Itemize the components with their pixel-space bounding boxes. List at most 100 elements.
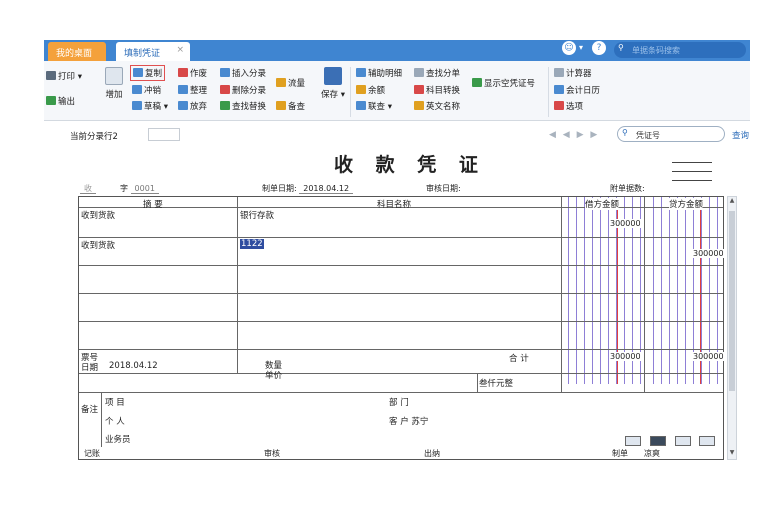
void-button[interactable]: 作废 bbox=[178, 67, 207, 79]
voucher-number[interactable]: 字 0001 bbox=[120, 183, 159, 194]
export-icon bbox=[46, 96, 56, 105]
find-entry-button[interactable]: 查找分单 bbox=[414, 67, 460, 79]
calculator-button[interactable]: 计算器 bbox=[554, 67, 592, 79]
tag-icon[interactable] bbox=[675, 436, 691, 446]
aux-detail-label: 辅助明细 bbox=[368, 69, 403, 79]
balance-button[interactable]: 余额 bbox=[356, 84, 385, 96]
subject-convert-button[interactable]: 科目转换 bbox=[414, 84, 460, 96]
calculator-label: 计算器 bbox=[566, 69, 592, 79]
col-summary-header: 摘 要 bbox=[143, 200, 163, 210]
salesman-label[interactable]: 业务员 bbox=[105, 433, 131, 445]
insert-entry-button[interactable]: 插入分录 bbox=[220, 67, 266, 79]
link-query-label: 联查 bbox=[368, 102, 386, 112]
total-credit: 300000 bbox=[692, 352, 725, 361]
flow-button[interactable]: 流量 bbox=[276, 77, 305, 89]
link-query-icon bbox=[356, 101, 366, 110]
row2-subject[interactable]: 1122 bbox=[240, 239, 264, 249]
english-name-button[interactable]: 英文名称 bbox=[414, 100, 460, 112]
row-line bbox=[79, 349, 723, 350]
print-button[interactable]: 打印 ▾ bbox=[46, 70, 82, 82]
add-button[interactable]: 增加 bbox=[102, 67, 126, 100]
tab-my-desktop[interactable]: 我的桌面 bbox=[48, 42, 106, 61]
scrollbar-thumb[interactable] bbox=[729, 211, 735, 391]
balance-label: 余额 bbox=[368, 86, 386, 96]
calculator-icon bbox=[554, 68, 564, 77]
calendar-button[interactable]: 会计日历 bbox=[554, 84, 600, 96]
voucher-number-value: 0001 bbox=[130, 184, 159, 194]
row1-summary[interactable]: 收到货款 bbox=[81, 209, 115, 221]
ribbon-divider bbox=[350, 67, 351, 117]
price-label: 单价 bbox=[265, 371, 283, 381]
attachment-icon[interactable] bbox=[699, 436, 715, 446]
scroll-up-icon[interactable]: ▲ bbox=[728, 197, 736, 207]
current-row-input[interactable] bbox=[148, 128, 180, 141]
reverse-button[interactable]: 冲销 bbox=[132, 84, 161, 96]
maker-label: 制单 bbox=[612, 449, 628, 458]
export-button[interactable]: 输出 bbox=[46, 95, 75, 107]
make-date[interactable]: 制单日期: 2018.04.12 bbox=[262, 183, 354, 194]
dropdown-arrow-icon[interactable]: ▾ bbox=[579, 43, 583, 52]
aux-detail-icon bbox=[356, 68, 366, 77]
tidy-button[interactable]: 整理 bbox=[178, 84, 207, 96]
show-empty-no-icon bbox=[472, 78, 482, 87]
insert-icon bbox=[220, 68, 230, 77]
search-icon: ⚲ bbox=[618, 43, 624, 52]
camera-icon[interactable] bbox=[650, 436, 666, 446]
find-replace-icon bbox=[220, 101, 230, 110]
save-button[interactable]: 保存 ▾ bbox=[320, 67, 346, 100]
voucher-number-label: 字 bbox=[120, 184, 128, 193]
scroll-down-icon[interactable]: ▼ bbox=[728, 449, 736, 459]
english-name-label: 英文名称 bbox=[426, 102, 461, 112]
card-icon[interactable] bbox=[625, 436, 641, 446]
show-empty-no-button[interactable]: 显示空凭证号 bbox=[472, 77, 535, 89]
bookkeep-label: 记账 bbox=[84, 449, 100, 458]
cashier-label: 出纳 bbox=[424, 449, 440, 458]
row-line bbox=[79, 392, 723, 393]
dept-label[interactable]: 部 门 bbox=[389, 396, 409, 408]
tidy-icon bbox=[178, 85, 188, 94]
voucher-app: 我的桌面 填制凭证 × ☺ ▾ ? ⚲ 单据条码搜索 打印 ▾ 输出 增加 复制… bbox=[44, 40, 750, 460]
smile-icon[interactable]: ☺ bbox=[562, 41, 576, 55]
find-replace-button[interactable]: 查找替换 bbox=[220, 100, 266, 112]
save-disk-icon bbox=[324, 67, 342, 85]
col-line bbox=[644, 197, 645, 392]
aux-detail-button[interactable]: 辅助明细 bbox=[356, 67, 402, 79]
title-underlines bbox=[672, 162, 712, 189]
voucher-search-input[interactable]: ⚲ 凭证号 bbox=[617, 126, 725, 142]
add-label: 增加 bbox=[105, 90, 123, 100]
void-label: 作废 bbox=[190, 69, 208, 79]
help-icon[interactable]: ? bbox=[592, 41, 606, 55]
memo-button[interactable]: 备查 bbox=[276, 100, 305, 112]
project-label[interactable]: 项 目 bbox=[105, 396, 125, 408]
copy-button[interactable]: 复制 bbox=[130, 65, 166, 81]
row2-summary[interactable]: 收到货款 bbox=[81, 239, 115, 251]
record-nav-buttons[interactable]: ◀ ◀ ▶ ▶ bbox=[549, 130, 599, 140]
options-button[interactable]: 选项 bbox=[554, 100, 583, 112]
vertical-scrollbar[interactable]: ▲ ▼ bbox=[727, 196, 737, 460]
col-line bbox=[237, 197, 238, 373]
subject-convert-label: 科目转换 bbox=[426, 86, 461, 96]
top-search-input[interactable]: ⚲ 单据条码搜索 bbox=[614, 42, 746, 58]
customer-label[interactable]: 客 户 苏宁 bbox=[389, 415, 428, 427]
close-icon[interactable]: × bbox=[176, 45, 184, 55]
maker-name: 凉爽 bbox=[644, 449, 660, 458]
tab-bar: 我的桌面 填制凭证 × ☺ ▾ ? ⚲ 单据条码搜索 bbox=[44, 40, 750, 61]
voucher-search-label: 凭证号 bbox=[636, 131, 660, 140]
person-label[interactable]: 个 人 bbox=[105, 415, 125, 427]
delete-entry-button[interactable]: 删除分录 bbox=[220, 84, 266, 96]
row1-debit[interactable]: 300000 bbox=[609, 219, 642, 228]
tab-fill-voucher[interactable]: 填制凭证 × bbox=[116, 42, 190, 61]
flow-label: 流量 bbox=[288, 79, 306, 89]
reverse-label: 冲销 bbox=[144, 86, 162, 96]
row1-subject[interactable]: 银行存款 bbox=[240, 209, 274, 221]
link-query-button[interactable]: 联查 ▾ bbox=[356, 100, 392, 112]
query-button[interactable]: 查询 bbox=[732, 129, 749, 141]
voucher-type[interactable]: 收 bbox=[80, 183, 96, 194]
discard-button[interactable]: 放弃 bbox=[178, 100, 207, 112]
footer-date-label: 日期 bbox=[81, 363, 99, 373]
make-date-value: 2018.04.12 bbox=[299, 184, 354, 194]
row2-credit[interactable]: 300000 bbox=[692, 249, 725, 258]
col-line bbox=[477, 373, 478, 392]
col-credit-header: 贷方金额 bbox=[669, 198, 704, 210]
draft-button[interactable]: 草稿 ▾ bbox=[132, 100, 168, 112]
